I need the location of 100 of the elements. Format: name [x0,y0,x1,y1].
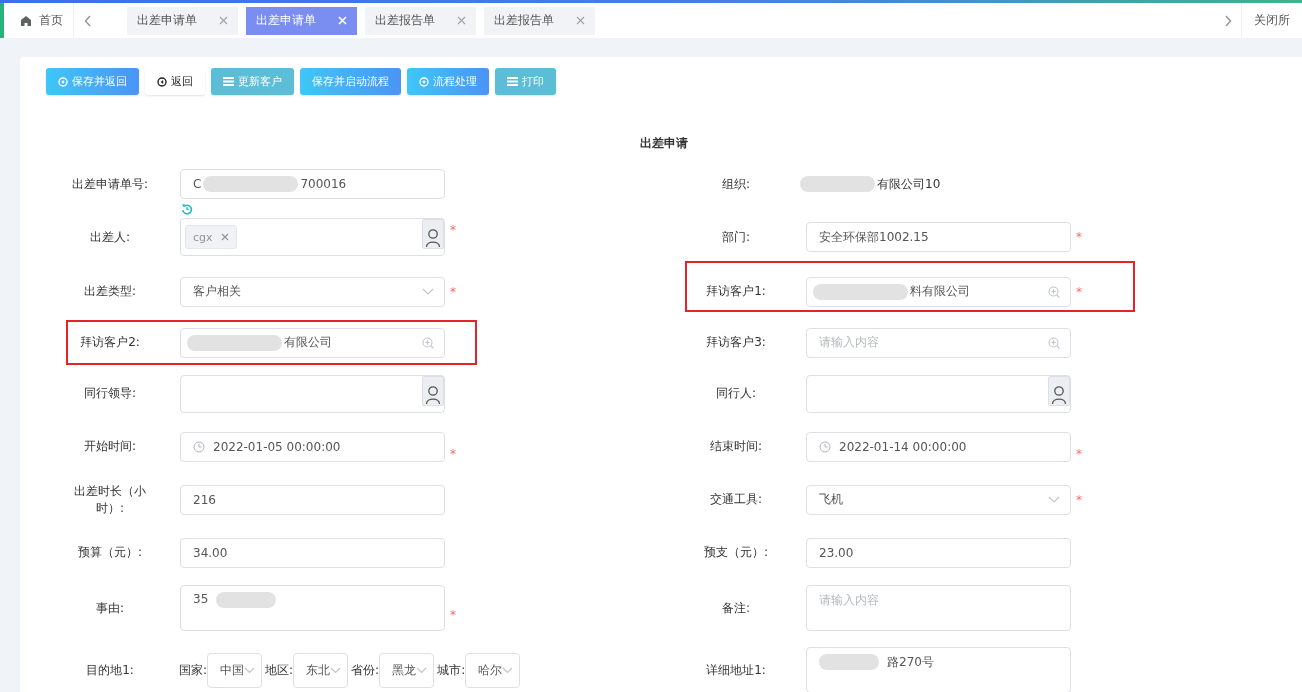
input-field[interactable]: 料有限公司 [806,276,1071,307]
field-label: 拜访客户1: [705,283,767,300]
close-icon [219,16,228,25]
required-mark: * [450,608,456,622]
user-picker-button[interactable] [422,219,444,249]
text-area[interactable]: 35 [180,585,445,631]
close-icon [338,16,347,25]
home-icon [20,14,32,27]
field-value: 23.00 [819,545,854,560]
circle-icon [419,76,429,87]
field-label: 结束时间: [708,438,763,455]
chevron-down-icon [416,666,428,674]
placeholder-text: 请输入内容 [819,334,879,351]
page-tab[interactable]: 出差报告单 [484,6,595,35]
field-value: 700016 [300,177,347,191]
field-value: 哈尔 [478,661,503,679]
field-label: 交通工具: [708,491,763,508]
field-label: 详细地址1: [705,661,767,679]
field-label: 同行领导: [82,385,137,402]
required-mark: * [450,284,456,299]
list-icon [507,77,518,86]
field-label: 预算（元）: [76,544,143,561]
chevron-down-icon [502,666,514,674]
home-label: 首页 [39,12,63,29]
field-value: 35 [193,592,209,606]
select-field[interactable]: 哈尔 [465,652,521,688]
field-value: 路270号 [887,654,934,671]
remove-icon [220,233,229,241]
field-label: 出差类型: [82,283,137,300]
input-field[interactable]: 安全环保部1002.15 [806,222,1071,252]
input-field[interactable]: 2022-01-14 00:00:00 [806,431,1071,462]
field-value: 34.00 [193,545,228,560]
toolbar-button[interactable]: 返回 [145,68,205,95]
required-mark: * [450,446,456,461]
field-value: 有限公司10 [877,175,941,193]
field-value: 安全环保部1002.15 [819,228,929,246]
zoom-in-icon [1048,285,1060,298]
sub-label: 地区: [265,661,294,679]
chevron-left-icon [84,14,92,27]
page-tab[interactable]: 出差申请单 [127,6,238,35]
tab-label: 出差申请单 [256,12,316,29]
field-value: 黑龙 [392,661,417,679]
back-icon [157,76,167,87]
field-value: 料有限公司 [910,283,970,300]
field-label: 备注: [720,599,751,617]
tag-label: cgx [193,230,213,244]
field-label: 预支（元）: [702,544,769,561]
field-value: 中国 [220,661,245,679]
required-mark: * [1076,230,1082,244]
list-icon [223,77,234,86]
field-value: 东北 [306,661,331,679]
close-icon [576,16,585,25]
person-icon [425,228,441,248]
field-label: 同行人: [714,385,757,402]
page-tab[interactable]: 出差报告单 [365,6,476,35]
field-label: 事由: [94,599,125,617]
text-area[interactable]: 路270号 [806,647,1071,692]
chevron-down-icon [422,288,434,295]
input-field[interactable]: C 700016 [180,169,445,199]
input-field[interactable]: 216 [180,484,445,515]
sub-label: 省份: [351,661,380,679]
tab-label: 出差报告单 [494,12,554,29]
field-value: C [193,177,202,191]
close-all-button[interactable]: 关闭所 [1242,12,1302,29]
required-mark: * [1076,284,1082,299]
input-field[interactable]: 34.00 [180,537,445,568]
zoom-in-icon [1048,336,1060,349]
person-icon [425,384,441,405]
tab-label: 出差报告单 [375,12,435,29]
field-value: 客户相关 [193,283,241,300]
zoom-in-icon [422,336,434,349]
user-picker-button[interactable] [422,375,444,406]
sub-label: 城市: [437,661,466,679]
select-field[interactable]: 黑龙 [379,652,435,688]
input-field[interactable]: 2022-01-05 00:00:00 [180,431,445,462]
blurred-text [216,592,277,608]
person-icon [1051,384,1067,405]
field-value: 2022-01-05 00:00:00 [213,439,341,454]
required-mark: * [1076,492,1082,507]
user-picker-button[interactable] [1048,375,1070,406]
input-field[interactable] [806,374,1071,413]
input-field[interactable]: 有限公司 [180,327,445,358]
chevron-down-icon [244,666,256,674]
select-field[interactable]: 中国 [207,652,263,688]
home-tab[interactable]: 首页 [4,3,74,38]
input-field[interactable]: 23.00 [806,537,1071,568]
select-field[interactable]: 客户相关 [180,276,445,307]
placeholder-text: 请输入内容 [819,592,879,609]
field-label: 拜访客户3: [705,334,767,351]
field-label: 出差申请单号: [70,175,149,193]
select-field[interactable]: 飞机 [806,484,1071,515]
field-label: 拜访客户2: [79,334,141,351]
field-value: 216 [193,492,216,507]
select-field[interactable]: 东北 [293,652,349,688]
circle-icon [58,76,68,87]
field-label: 出差时长（小时）: [73,482,147,517]
required-mark: * [450,223,456,237]
close-icon [457,16,466,25]
input-field[interactable] [180,374,445,413]
field-label: 出差人: [88,228,131,246]
